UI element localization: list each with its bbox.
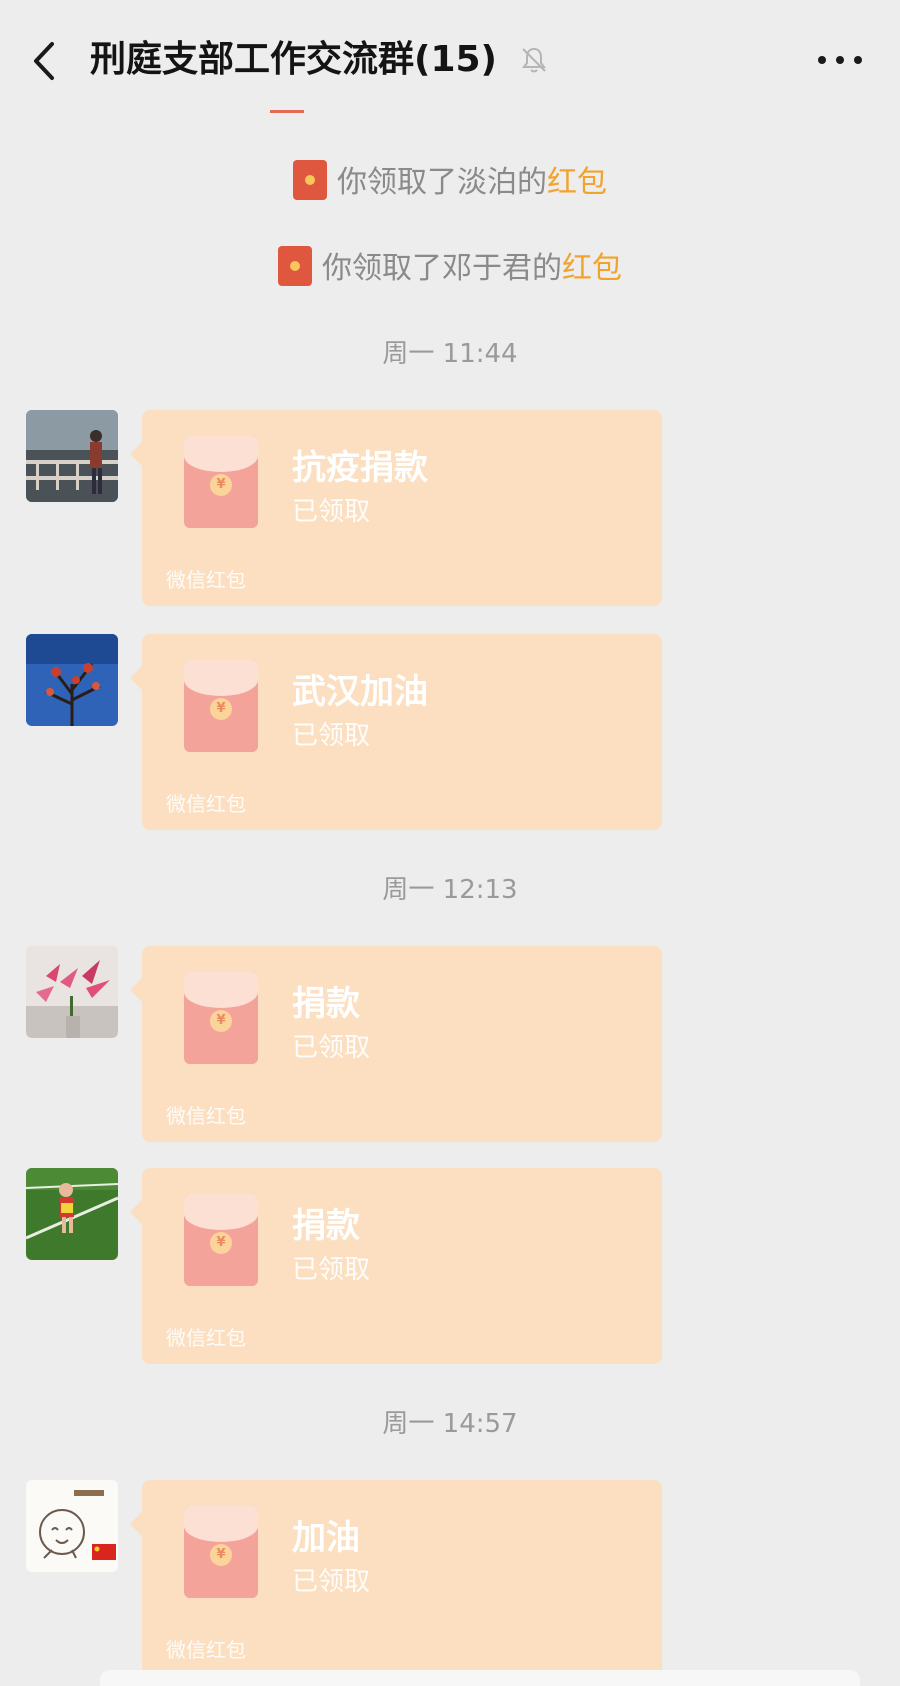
input-bar-edge bbox=[100, 1670, 860, 1686]
more-dots-icon bbox=[818, 56, 862, 64]
avatar[interactable] bbox=[26, 1168, 118, 1260]
red-envelope-icon: ¥ bbox=[184, 1194, 258, 1286]
system-message-text: 你领取了邓于君的 bbox=[322, 251, 562, 286]
message-row: ¥ 抗疫捐款 已领取 微信红包 bbox=[0, 410, 900, 610]
red-packet-bubble[interactable]: ¥ 捐款 已领取 微信红包 bbox=[130, 1168, 662, 1364]
red-packet-status: 已领取 bbox=[292, 721, 371, 751]
avatar[interactable] bbox=[26, 946, 118, 1038]
red-packet-title: 武汉加油 bbox=[292, 672, 428, 712]
red-packet-icon bbox=[293, 160, 327, 200]
message-row: ¥ 捐款 已领取 微信红包 bbox=[0, 946, 900, 1146]
message-row: ¥ 武汉加油 已领取 微信红包 bbox=[0, 634, 900, 834]
red-packet-footer: 微信红包 bbox=[166, 1326, 246, 1350]
avatar-tree-blue-sky-icon bbox=[26, 634, 118, 726]
avatar-cartoon-flag-icon bbox=[26, 1480, 118, 1572]
red-packet-bubble[interactable]: ¥ 武汉加油 已领取 微信红包 bbox=[130, 634, 662, 830]
timestamp: 周一 14:57 bbox=[382, 1409, 518, 1439]
red-envelope-icon: ¥ bbox=[184, 1506, 258, 1598]
red-envelope-icon: ¥ bbox=[184, 972, 258, 1064]
message-row: ¥ 捐款 已领取 微信红包 bbox=[0, 1168, 900, 1368]
red-packet-status: 已领取 bbox=[292, 1567, 371, 1597]
avatar-lily-flowers-icon bbox=[26, 946, 118, 1038]
red-packet-icon bbox=[278, 246, 312, 286]
avatar[interactable] bbox=[26, 410, 118, 502]
title-underline bbox=[270, 110, 304, 113]
avatar[interactable] bbox=[26, 1480, 118, 1572]
red-packet-title: 捐款 bbox=[292, 1206, 360, 1246]
chevron-left-icon bbox=[34, 42, 54, 80]
red-packet-bubble[interactable]: ¥ 捐款 已领取 微信红包 bbox=[130, 946, 662, 1142]
timestamp: 周一 12:13 bbox=[382, 875, 518, 905]
system-message: 你领取了淡泊的红包 bbox=[0, 160, 900, 203]
avatar-child-grass-icon bbox=[26, 1168, 118, 1260]
red-packet-link[interactable]: 红包 bbox=[547, 165, 607, 200]
avatar-person-railing-icon bbox=[26, 410, 118, 502]
back-button[interactable] bbox=[26, 36, 66, 86]
red-packet-footer: 微信红包 bbox=[166, 1104, 246, 1128]
red-packet-bubble[interactable]: ¥ 抗疫捐款 已领取 微信红包 bbox=[130, 410, 662, 606]
system-message-text: 你领取了淡泊的 bbox=[337, 165, 547, 200]
red-packet-bubble[interactable]: ¥ 加油 已领取 微信红包 bbox=[130, 1480, 662, 1676]
red-packet-status: 已领取 bbox=[292, 1255, 371, 1285]
chat-header: 刑庭支部工作交流群(15) bbox=[0, 0, 900, 110]
avatar[interactable] bbox=[26, 634, 118, 726]
message-row: ¥ 加油 已领取 微信红包 bbox=[0, 1480, 900, 1680]
more-button[interactable] bbox=[810, 40, 870, 80]
red-envelope-icon: ¥ bbox=[184, 436, 258, 528]
chat-title: 刑庭支部工作交流群(15) bbox=[90, 39, 498, 80]
red-packet-footer: 微信红包 bbox=[166, 1638, 246, 1662]
red-packet-status: 已领取 bbox=[292, 1033, 371, 1063]
red-packet-status: 已领取 bbox=[292, 497, 371, 527]
red-packet-link[interactable]: 红包 bbox=[562, 251, 622, 286]
system-message: 你领取了邓于君的红包 bbox=[0, 246, 900, 289]
bell-off-icon bbox=[518, 44, 550, 76]
red-packet-title: 捐款 bbox=[292, 984, 360, 1024]
red-packet-footer: 微信红包 bbox=[166, 792, 246, 816]
red-envelope-icon: ¥ bbox=[184, 660, 258, 752]
red-packet-title: 加油 bbox=[292, 1518, 360, 1558]
red-packet-footer: 微信红包 bbox=[166, 568, 246, 592]
timestamp: 周一 11:44 bbox=[382, 339, 518, 369]
red-packet-title: 抗疫捐款 bbox=[292, 448, 428, 488]
